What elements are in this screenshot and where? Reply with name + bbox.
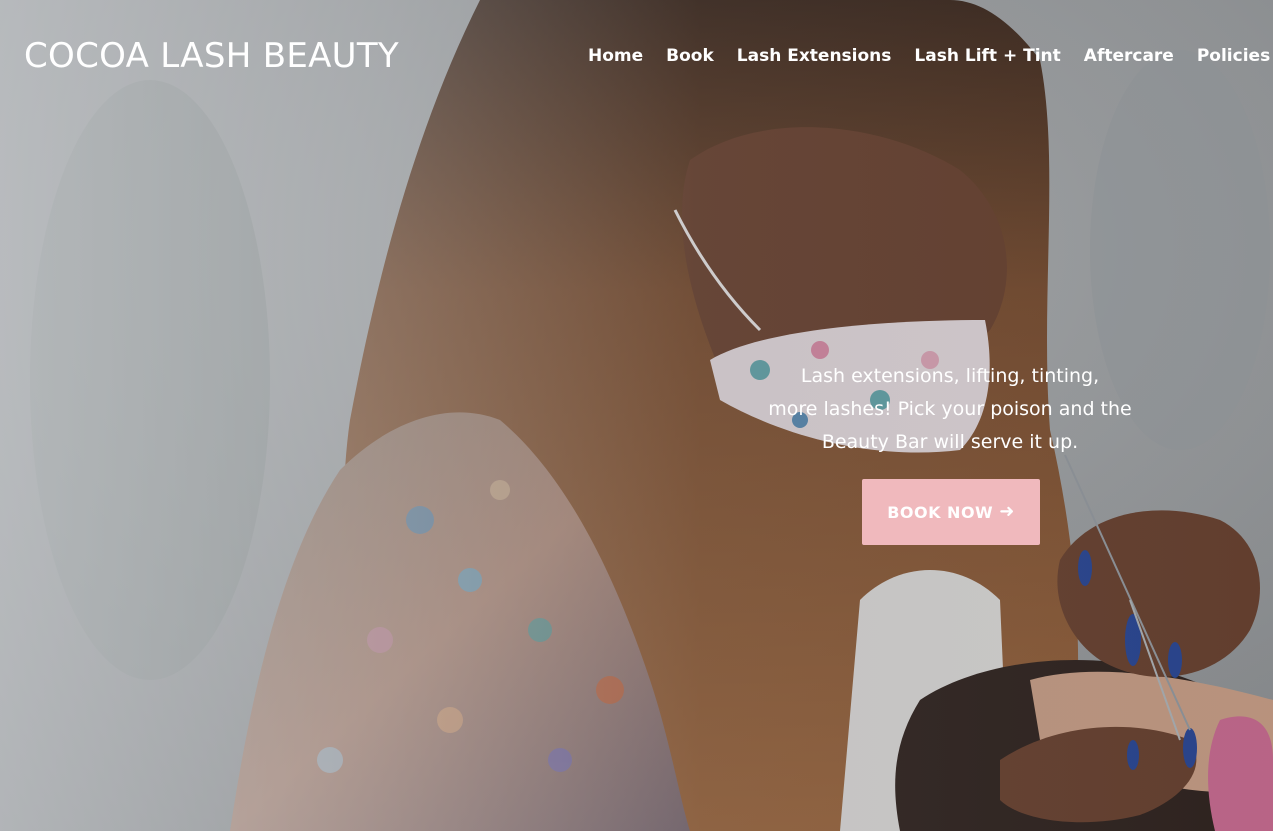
book-now-button[interactable]: BOOK NOW ➜ (862, 479, 1040, 545)
nav-policies[interactable]: Policies (1197, 46, 1270, 66)
nav-aftercare[interactable]: Aftercare (1084, 46, 1174, 66)
nav-lash-lift-tint[interactable]: Lash Lift + Tint (914, 46, 1060, 66)
main-nav: Home Book Lash Extensions Lash Lift + Ti… (588, 46, 1273, 66)
nav-lash-extensions[interactable]: Lash Extensions (737, 46, 892, 66)
tagline-line-2: more lashes! Pick your poison and the (768, 398, 1132, 420)
nav-home[interactable]: Home (588, 46, 643, 66)
tagline-line-3: Beauty Bar will serve it up. (821, 431, 1079, 453)
book-now-label: BOOK NOW (887, 502, 994, 522)
hero-tagline: Lash extensions, lifting, tinting, more … (740, 360, 1160, 459)
nav-book[interactable]: Book (666, 46, 714, 66)
tagline-line-1: Lash extensions, lifting, tinting, (800, 365, 1100, 387)
site-title[interactable]: COCOA LASH BEAUTY (24, 36, 399, 76)
arrow-right-icon: ➜ (999, 501, 1015, 522)
